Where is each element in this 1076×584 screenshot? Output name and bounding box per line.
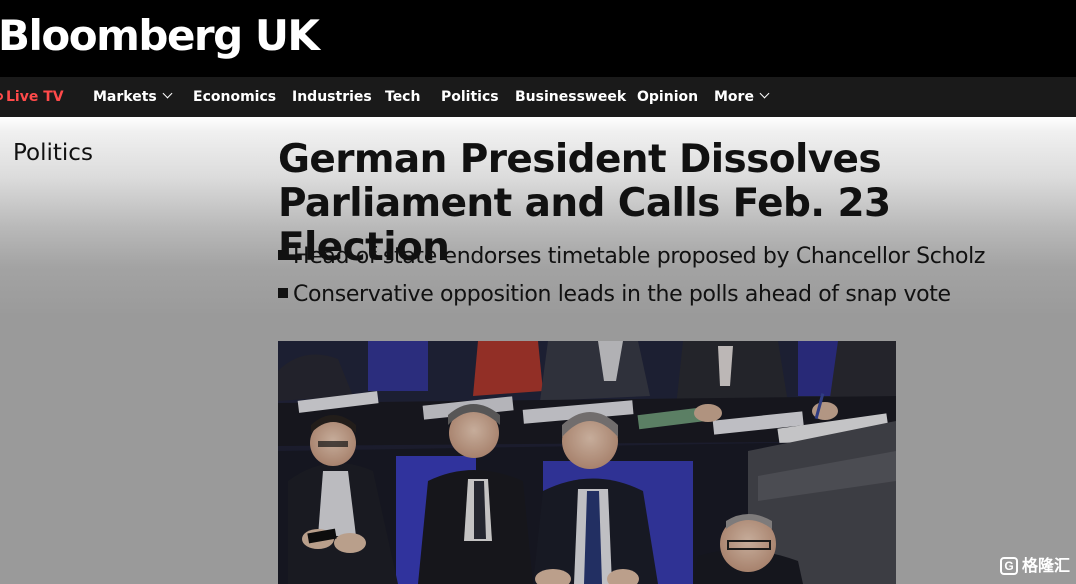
nav-item-label: Politics xyxy=(441,89,499,105)
masthead: Bloomberg UK xyxy=(0,0,1076,77)
bullet-square-icon xyxy=(278,288,288,298)
section-label[interactable]: Politics xyxy=(13,138,93,168)
summary-item: Conservative opposition leads in the pol… xyxy=(278,280,1068,310)
nav-item-businessweek[interactable]: Businessweek xyxy=(515,77,626,117)
summary-text: Head of state endorses timetable propose… xyxy=(293,244,986,269)
nav-item-tech[interactable]: Tech xyxy=(385,77,420,117)
parliament-photo-image xyxy=(278,341,896,584)
headline-line-1: German President Dissolves xyxy=(278,137,882,182)
nav-live-tv-label: Live TV xyxy=(6,89,64,105)
site-logo[interactable]: Bloomberg UK xyxy=(0,10,320,62)
main-nav: Live TV Markets Economics Industries Tec… xyxy=(0,77,1076,117)
nav-item-label: More xyxy=(714,89,754,105)
watermark: G 格隆汇 xyxy=(1000,555,1076,581)
bullet-square-icon xyxy=(278,250,288,260)
nav-item-industries[interactable]: Industries xyxy=(292,77,372,117)
nav-item-markets[interactable]: Markets xyxy=(93,77,173,117)
chevron-down-icon xyxy=(759,88,770,99)
nav-item-label: Tech xyxy=(385,89,421,105)
nav-item-economics[interactable]: Economics xyxy=(193,77,276,117)
nav-item-politics[interactable]: Politics xyxy=(441,77,499,117)
live-dot-icon xyxy=(0,93,3,100)
summary-item: Head of state endorses timetable propose… xyxy=(278,242,1068,272)
lead-photo[interactable] xyxy=(278,341,896,584)
chevron-down-icon xyxy=(162,88,173,99)
summary-text: Conservative opposition leads in the pol… xyxy=(293,282,951,307)
nav-live-tv[interactable]: Live TV xyxy=(0,77,64,117)
nav-item-more[interactable]: More xyxy=(714,77,770,117)
watermark-glyph: G xyxy=(1004,559,1014,573)
nav-item-label: Businessweek xyxy=(515,89,627,105)
nav-item-label: Economics xyxy=(193,89,277,105)
nav-item-label: Markets xyxy=(93,89,157,105)
nav-item-label: Industries xyxy=(292,89,372,105)
nav-item-label: Opinion xyxy=(637,89,699,105)
watermark-text: 格隆汇 xyxy=(1022,556,1071,575)
nav-item-opinion[interactable]: Opinion xyxy=(637,77,698,117)
